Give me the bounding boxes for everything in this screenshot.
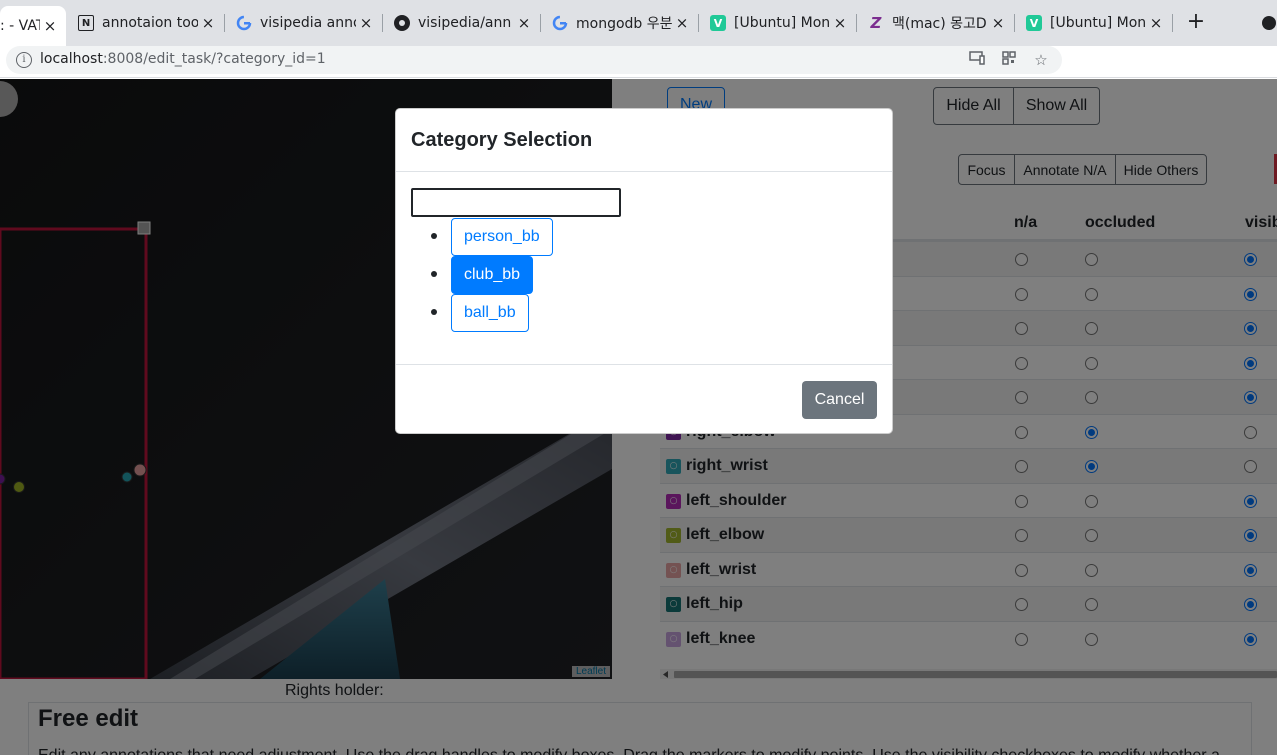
category-person-bb-button[interactable]: person_bb — [451, 218, 553, 256]
velog-icon: V — [1026, 15, 1042, 31]
browser-tab-vat[interactable]: : - VAT × — [0, 6, 66, 46]
tab-title: mongodb 우분 — [576, 16, 672, 32]
browser-tab-velog-2[interactable]: V [Ubuntu] Mon × — [1014, 8, 1172, 38]
category-club-bb-button[interactable]: club_bb — [451, 256, 534, 294]
close-icon[interactable]: × — [1146, 14, 1166, 32]
category-selection-modal: Category Selection person_bb club_bb bal… — [395, 108, 893, 434]
omnibox[interactable]: i localhost:8008/edit_task/?category_id=… — [6, 46, 1062, 74]
github-icon — [394, 15, 410, 31]
browser-tab-zerobase[interactable]: Z 맥(mac) 몽고D × — [856, 8, 1014, 38]
google-icon — [552, 15, 568, 31]
modal-header: Category Selection — [396, 109, 892, 172]
bullet — [431, 309, 437, 315]
close-icon[interactable]: × — [198, 14, 218, 32]
category-search-input[interactable] — [411, 188, 621, 217]
velog-icon: V — [710, 15, 726, 31]
tab-title: [Ubuntu] Mon — [734, 15, 830, 31]
browser-tab-notion[interactable]: N annotaion too × — [66, 8, 224, 38]
address-bar: i localhost:8008/edit_task/?category_id=… — [0, 46, 1277, 115]
url-host: localhost — [40, 51, 103, 67]
close-icon[interactable]: × — [988, 14, 1008, 32]
google-icon — [236, 15, 252, 31]
browser-tab-github[interactable]: visipedia/ann × — [382, 8, 540, 38]
cast-icon[interactable] — [968, 51, 986, 69]
new-tab-button[interactable]: + — [1184, 10, 1208, 34]
notion-icon: N — [78, 15, 94, 31]
category-ball-bb-button[interactable]: ball_bb — [451, 294, 529, 332]
url-path: :8008/edit_task/?category_id=1 — [102, 51, 326, 67]
close-icon[interactable]: × — [40, 17, 60, 35]
browser-tab-bar: : - VAT × N annotaion too × visipedia an… — [0, 0, 1277, 46]
tab-title: visipedia/ann — [418, 15, 512, 31]
cancel-button[interactable]: Cancel — [802, 381, 877, 419]
browser-tab-velog-1[interactable]: V [Ubuntu] Mon × — [698, 8, 856, 38]
close-icon[interactable]: × — [672, 14, 692, 32]
url-text[interactable]: localhost:8008/edit_task/?category_id=1 — [40, 51, 326, 67]
site-info-icon[interactable]: i — [16, 52, 32, 68]
bookmark-star-icon[interactable]: ☆ — [1032, 51, 1050, 69]
browser-tab-google-2[interactable]: mongodb 우분 × — [540, 8, 698, 38]
qr-code-icon[interactable] — [1000, 51, 1018, 69]
zerobase-icon: Z — [870, 14, 882, 32]
tab-search-icon[interactable] — [1262, 16, 1276, 30]
bullet — [431, 233, 437, 239]
tab-title: : - VAT — [0, 18, 40, 34]
close-icon[interactable]: × — [830, 14, 850, 32]
tab-title: 맥(mac) 몽고D — [892, 16, 987, 32]
tab-title: annotaion too — [102, 15, 198, 31]
close-icon[interactable]: × — [514, 14, 534, 32]
modal-footer: Cancel — [396, 364, 892, 433]
browser-tab-google-1[interactable]: visipedia anno × — [224, 8, 382, 38]
tab-title: [Ubuntu] Mon — [1050, 15, 1146, 31]
tab-title: visipedia anno — [260, 15, 356, 31]
modal-title: Category Selection — [411, 129, 593, 151]
close-icon[interactable]: × — [356, 14, 376, 32]
tab-separator — [1172, 14, 1173, 32]
bullet — [431, 271, 437, 277]
